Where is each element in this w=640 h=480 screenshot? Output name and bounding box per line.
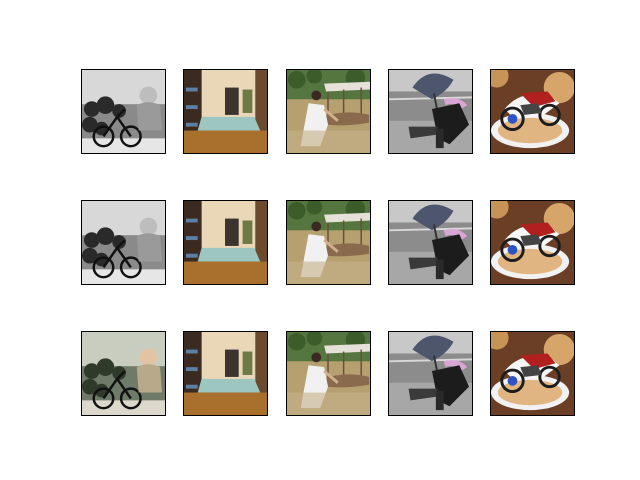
motorcycle-food-plate-image bbox=[491, 70, 574, 153]
person-with-umbrella-image bbox=[389, 201, 472, 284]
person-with-umbrella-image bbox=[389, 332, 472, 415]
image-panel-r1-c5 bbox=[490, 69, 575, 154]
image-grid-figure bbox=[0, 0, 640, 480]
image-panel-r1-c4 bbox=[388, 69, 473, 154]
room-interior-image bbox=[184, 332, 267, 415]
motorcycle-food-plate-image bbox=[491, 332, 574, 415]
image-panel-r1-c2 bbox=[183, 69, 268, 154]
person-with-umbrella-image bbox=[389, 70, 472, 153]
woman-by-boat-image bbox=[287, 201, 370, 284]
image-panel-r1-c1 bbox=[81, 69, 166, 154]
image-panel-r2-c2 bbox=[183, 200, 268, 285]
image-panel-r3-c4 bbox=[388, 331, 473, 416]
motorcycle-food-plate-image bbox=[491, 201, 574, 284]
image-panel-r3-c3 bbox=[286, 331, 371, 416]
image-panel-r3-c2 bbox=[183, 331, 268, 416]
image-panel-r3-c5 bbox=[490, 331, 575, 416]
baby-on-bicycle-image bbox=[82, 332, 165, 415]
image-panel-r2-c1 bbox=[81, 200, 166, 285]
image-panel-r2-c4 bbox=[388, 200, 473, 285]
image-panel-r2-c5 bbox=[490, 200, 575, 285]
room-interior-image bbox=[184, 201, 267, 284]
image-panel-r3-c1 bbox=[81, 331, 166, 416]
woman-by-boat-image bbox=[287, 332, 370, 415]
image-panel-r2-c3 bbox=[286, 200, 371, 285]
image-panel-r1-c3 bbox=[286, 69, 371, 154]
baby-on-bicycle-image bbox=[82, 70, 165, 153]
baby-on-bicycle-image bbox=[82, 201, 165, 284]
woman-by-boat-image bbox=[287, 70, 370, 153]
room-interior-image bbox=[184, 70, 267, 153]
